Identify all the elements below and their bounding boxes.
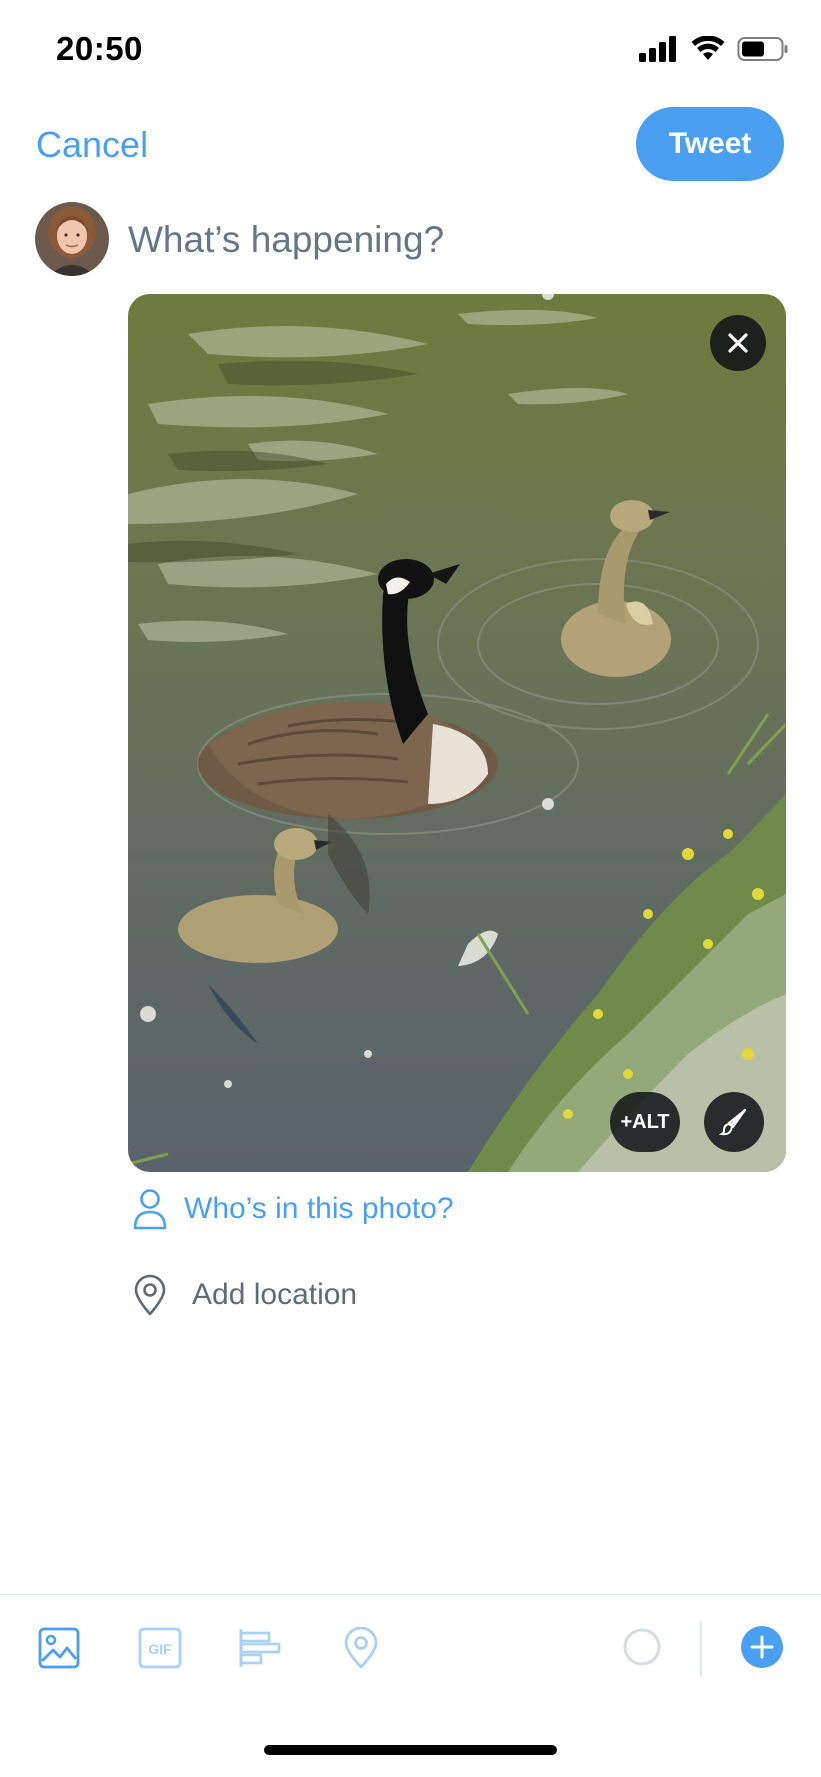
photo-geese-image <box>128 294 786 1172</box>
status-icons <box>639 36 789 62</box>
remove-photo-button[interactable] <box>710 315 766 371</box>
add-location-button[interactable]: Add location <box>132 1274 357 1316</box>
gif-icon: GIF <box>138 1627 182 1669</box>
toolbar-divider <box>700 1621 702 1677</box>
add-thread-button[interactable] <box>740 1625 784 1674</box>
image-icon <box>38 1627 80 1669</box>
wifi-icon <box>691 36 725 60</box>
cancel-button[interactable]: Cancel <box>36 124 148 166</box>
toolbar-location-button[interactable] <box>342 1626 380 1674</box>
tag-people-button[interactable]: Who’s in this photo? <box>132 1188 454 1230</box>
poll-icon <box>239 1629 281 1667</box>
status-bar: 20:50 <box>0 0 821 96</box>
battery-icon <box>737 37 788 61</box>
home-indicator[interactable] <box>264 1745 557 1755</box>
cellular-signal-icon <box>639 36 676 62</box>
edit-photo-button[interactable] <box>704 1092 764 1152</box>
person-icon <box>133 1189 167 1230</box>
location-icon <box>344 1626 378 1669</box>
location-pin-icon <box>134 1274 166 1316</box>
avatar[interactable] <box>35 202 109 276</box>
paintbrush-icon <box>719 1108 747 1136</box>
avatar-image <box>35 202 109 276</box>
plus-circle-icon <box>741 1626 783 1668</box>
status-time: 20:50 <box>56 30 143 67</box>
attached-photo[interactable]: +ALT <box>128 294 786 1172</box>
add-gif-button[interactable]: GIF <box>138 1627 182 1674</box>
add-alt-text-button[interactable]: +ALT <box>610 1092 680 1152</box>
gif-text: GIF <box>148 1641 172 1657</box>
tag-people-label: Who’s in this photo? <box>184 1192 454 1225</box>
add-image-button[interactable] <box>38 1627 80 1674</box>
character-count-ring <box>622 1627 662 1672</box>
add-poll-button[interactable] <box>238 1627 282 1674</box>
close-icon <box>728 333 748 353</box>
add-location-label: Add location <box>192 1278 358 1311</box>
tweet-button[interactable]: Tweet <box>636 107 784 181</box>
compose-toolbar: GIF <box>0 1594 821 1705</box>
compose-input[interactable] <box>128 212 768 268</box>
progress-ring-icon <box>623 1628 661 1666</box>
